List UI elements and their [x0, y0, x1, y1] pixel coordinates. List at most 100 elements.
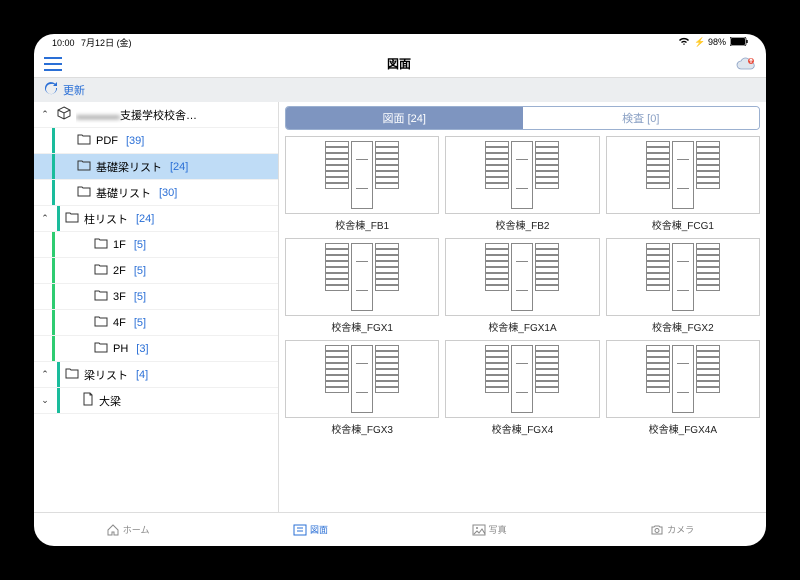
bottom-nav: ホーム 図面 写真 カメラ [34, 512, 766, 546]
thumbnail-image [285, 340, 439, 418]
thumbnail-image [606, 136, 760, 214]
folder-icon [77, 185, 91, 200]
tablet-frame: 10:00 7月12日 (金) ⚡ 98% 図面 [20, 20, 780, 560]
status-right: ⚡ 98% [678, 37, 748, 48]
chevron-down-icon[interactable]: ⌃ [38, 109, 52, 120]
tree-item-label: 大梁 [99, 393, 121, 409]
folder-icon [94, 289, 108, 304]
status-date: 7月12日 (金) [81, 38, 132, 48]
thumbnail[interactable]: 校舎棟_FGX1A [445, 238, 599, 334]
tree-item-count: [39] [126, 135, 144, 147]
chevron-icon[interactable]: ⌄ [38, 395, 52, 406]
thumbnail-image [606, 238, 760, 316]
tree-color-bar [52, 154, 55, 179]
thumbnail-label: 校舎棟_FGX1 [331, 319, 393, 334]
cloud-sync-button[interactable] [736, 57, 756, 71]
thumbnail-image [285, 238, 439, 316]
tree-item-label: 1F [113, 239, 126, 251]
folder-icon [94, 341, 108, 356]
thumbnail-grid[interactable]: 校舎棟_FB1 校舎棟_FB2 校舎棟_FCG1 校舎棟_FGX1 校舎棟_FGX1A 校… [279, 130, 766, 512]
thumbnail[interactable]: 校舎棟_FGX4A [606, 340, 760, 436]
thumbnail-label: 校舎棟_FCG1 [652, 217, 714, 232]
tree-item-label: 基礎リスト [96, 185, 151, 201]
tree-item[interactable]: 3F[5] [34, 284, 278, 310]
thumbnail-label: 校舎棟_FGX1A [488, 319, 556, 334]
folder-icon [65, 367, 79, 382]
tree-item[interactable]: PDF [39] [34, 128, 278, 154]
folder-icon [94, 263, 108, 278]
screen: 10:00 7月12日 (金) ⚡ 98% 図面 [34, 34, 766, 546]
tree-color-bar [57, 362, 60, 387]
tree-item-count: [3] [136, 343, 148, 355]
tree-item[interactable]: ⌃ 柱リスト [24] [34, 206, 278, 232]
nav-camera[interactable]: カメラ [650, 523, 694, 537]
tree-item[interactable]: 基礎梁リスト [24] [34, 154, 278, 180]
folder-icon [65, 211, 79, 226]
status-left: 10:00 7月12日 (金) [52, 36, 132, 49]
thumbnail[interactable]: 校舎棟_FGX2 [606, 238, 760, 334]
folder-icon [94, 315, 108, 330]
tree-item-count: [24] [170, 161, 188, 173]
tree-color-bar [52, 284, 55, 309]
tree-item[interactable]: ⌃梁リスト[4] [34, 362, 278, 388]
tree-item-count: [5] [134, 317, 146, 329]
tree-color-bar [52, 232, 55, 257]
thumbnail[interactable]: 校舎棟_FB2 [445, 136, 599, 232]
thumbnail-image [445, 136, 599, 214]
content-area: 図面 [24] 検査 [0] 校舎棟_FB1校舎棟_FB2校舎棟_FCG1校舎棟… [279, 102, 766, 512]
tree-item-count: [5] [134, 291, 146, 303]
tree-item[interactable]: 4F [5] [34, 310, 278, 336]
file-icon [82, 392, 94, 409]
main: ⌃ ▬▬▬▬支援学校校舎… PDF [39] 基礎梁リスト [24] 基礎リスト[30]… [34, 102, 766, 512]
thumbnail[interactable]: 校舎棟_FGX4 [445, 340, 599, 436]
tree-color-bar [52, 258, 55, 283]
tab-inspection[interactable]: 検査 [0] [523, 107, 760, 129]
tree-item[interactable]: 2F [5] [34, 258, 278, 284]
nav-photo[interactable]: 写真 [472, 523, 507, 537]
thumbnail[interactable]: 校舎棟_FGX3 [285, 340, 439, 436]
thumbnail-label: 校舎棟_FGX2 [652, 319, 714, 334]
thumbnail-label: 校舎棟_FB1 [335, 217, 389, 232]
thumbnail[interactable]: 校舎棟_FCG1 [606, 136, 760, 232]
thumbnail-image [445, 340, 599, 418]
tree-item-label: PH [113, 343, 128, 355]
tree-item-label: 基礎梁リスト [96, 159, 162, 175]
tree-item-label: 柱リスト [84, 211, 128, 227]
nav-drawing[interactable]: 図面 [293, 523, 328, 537]
refresh-bar[interactable]: 更新 [34, 78, 766, 102]
tree-color-bar [52, 310, 55, 335]
folder-icon [77, 159, 91, 174]
folder-icon [94, 237, 108, 252]
tab-drawings[interactable]: 図面 [24] [286, 107, 523, 129]
battery-icon [730, 37, 748, 48]
tree-item-count: [5] [134, 265, 146, 277]
tree-item[interactable]: 基礎リスト[30] [34, 180, 278, 206]
folder-icon [77, 133, 91, 148]
battery-text: ⚡ 98% [694, 37, 726, 48]
sidebar-tree[interactable]: ⌃ ▬▬▬▬支援学校校舎… PDF [39] 基礎梁リスト [24] 基礎リスト[30]… [34, 102, 279, 512]
nav-home[interactable]: ホーム [106, 523, 150, 537]
tree-color-bar [52, 180, 55, 205]
thumbnail[interactable]: 校舎棟_FB1 [285, 136, 439, 232]
tree-item[interactable]: ⌄ 大梁 [34, 388, 278, 414]
tree-item-label: PDF [96, 135, 118, 147]
chevron-icon[interactable]: ⌃ [38, 369, 52, 380]
tree-color-bar [52, 336, 55, 361]
thumbnail[interactable]: 校舎棟_FGX1 [285, 238, 439, 334]
thumbnail-label: 校舎棟_FGX4 [492, 421, 554, 436]
tree-item[interactable]: PH [3] [34, 336, 278, 362]
chevron-icon[interactable]: ⌃ [38, 213, 52, 224]
header: 図面 [34, 50, 766, 78]
wifi-icon [678, 37, 690, 48]
thumbnail-image [445, 238, 599, 316]
tree-item-label: 2F [113, 265, 126, 277]
thumbnail-label: 校舎棟_FGX3 [331, 421, 393, 436]
tree-item-count: [24] [136, 213, 154, 225]
tree-color-bar [57, 388, 60, 413]
menu-button[interactable] [44, 57, 62, 71]
tree-root[interactable]: ⌃ ▬▬▬▬支援学校校舎… [34, 102, 278, 128]
tree-item[interactable]: 1F[5] [34, 232, 278, 258]
status-time: 10:00 [52, 38, 75, 48]
page-title: 図面 [387, 55, 411, 72]
tree-item-label: 4F [113, 317, 126, 329]
